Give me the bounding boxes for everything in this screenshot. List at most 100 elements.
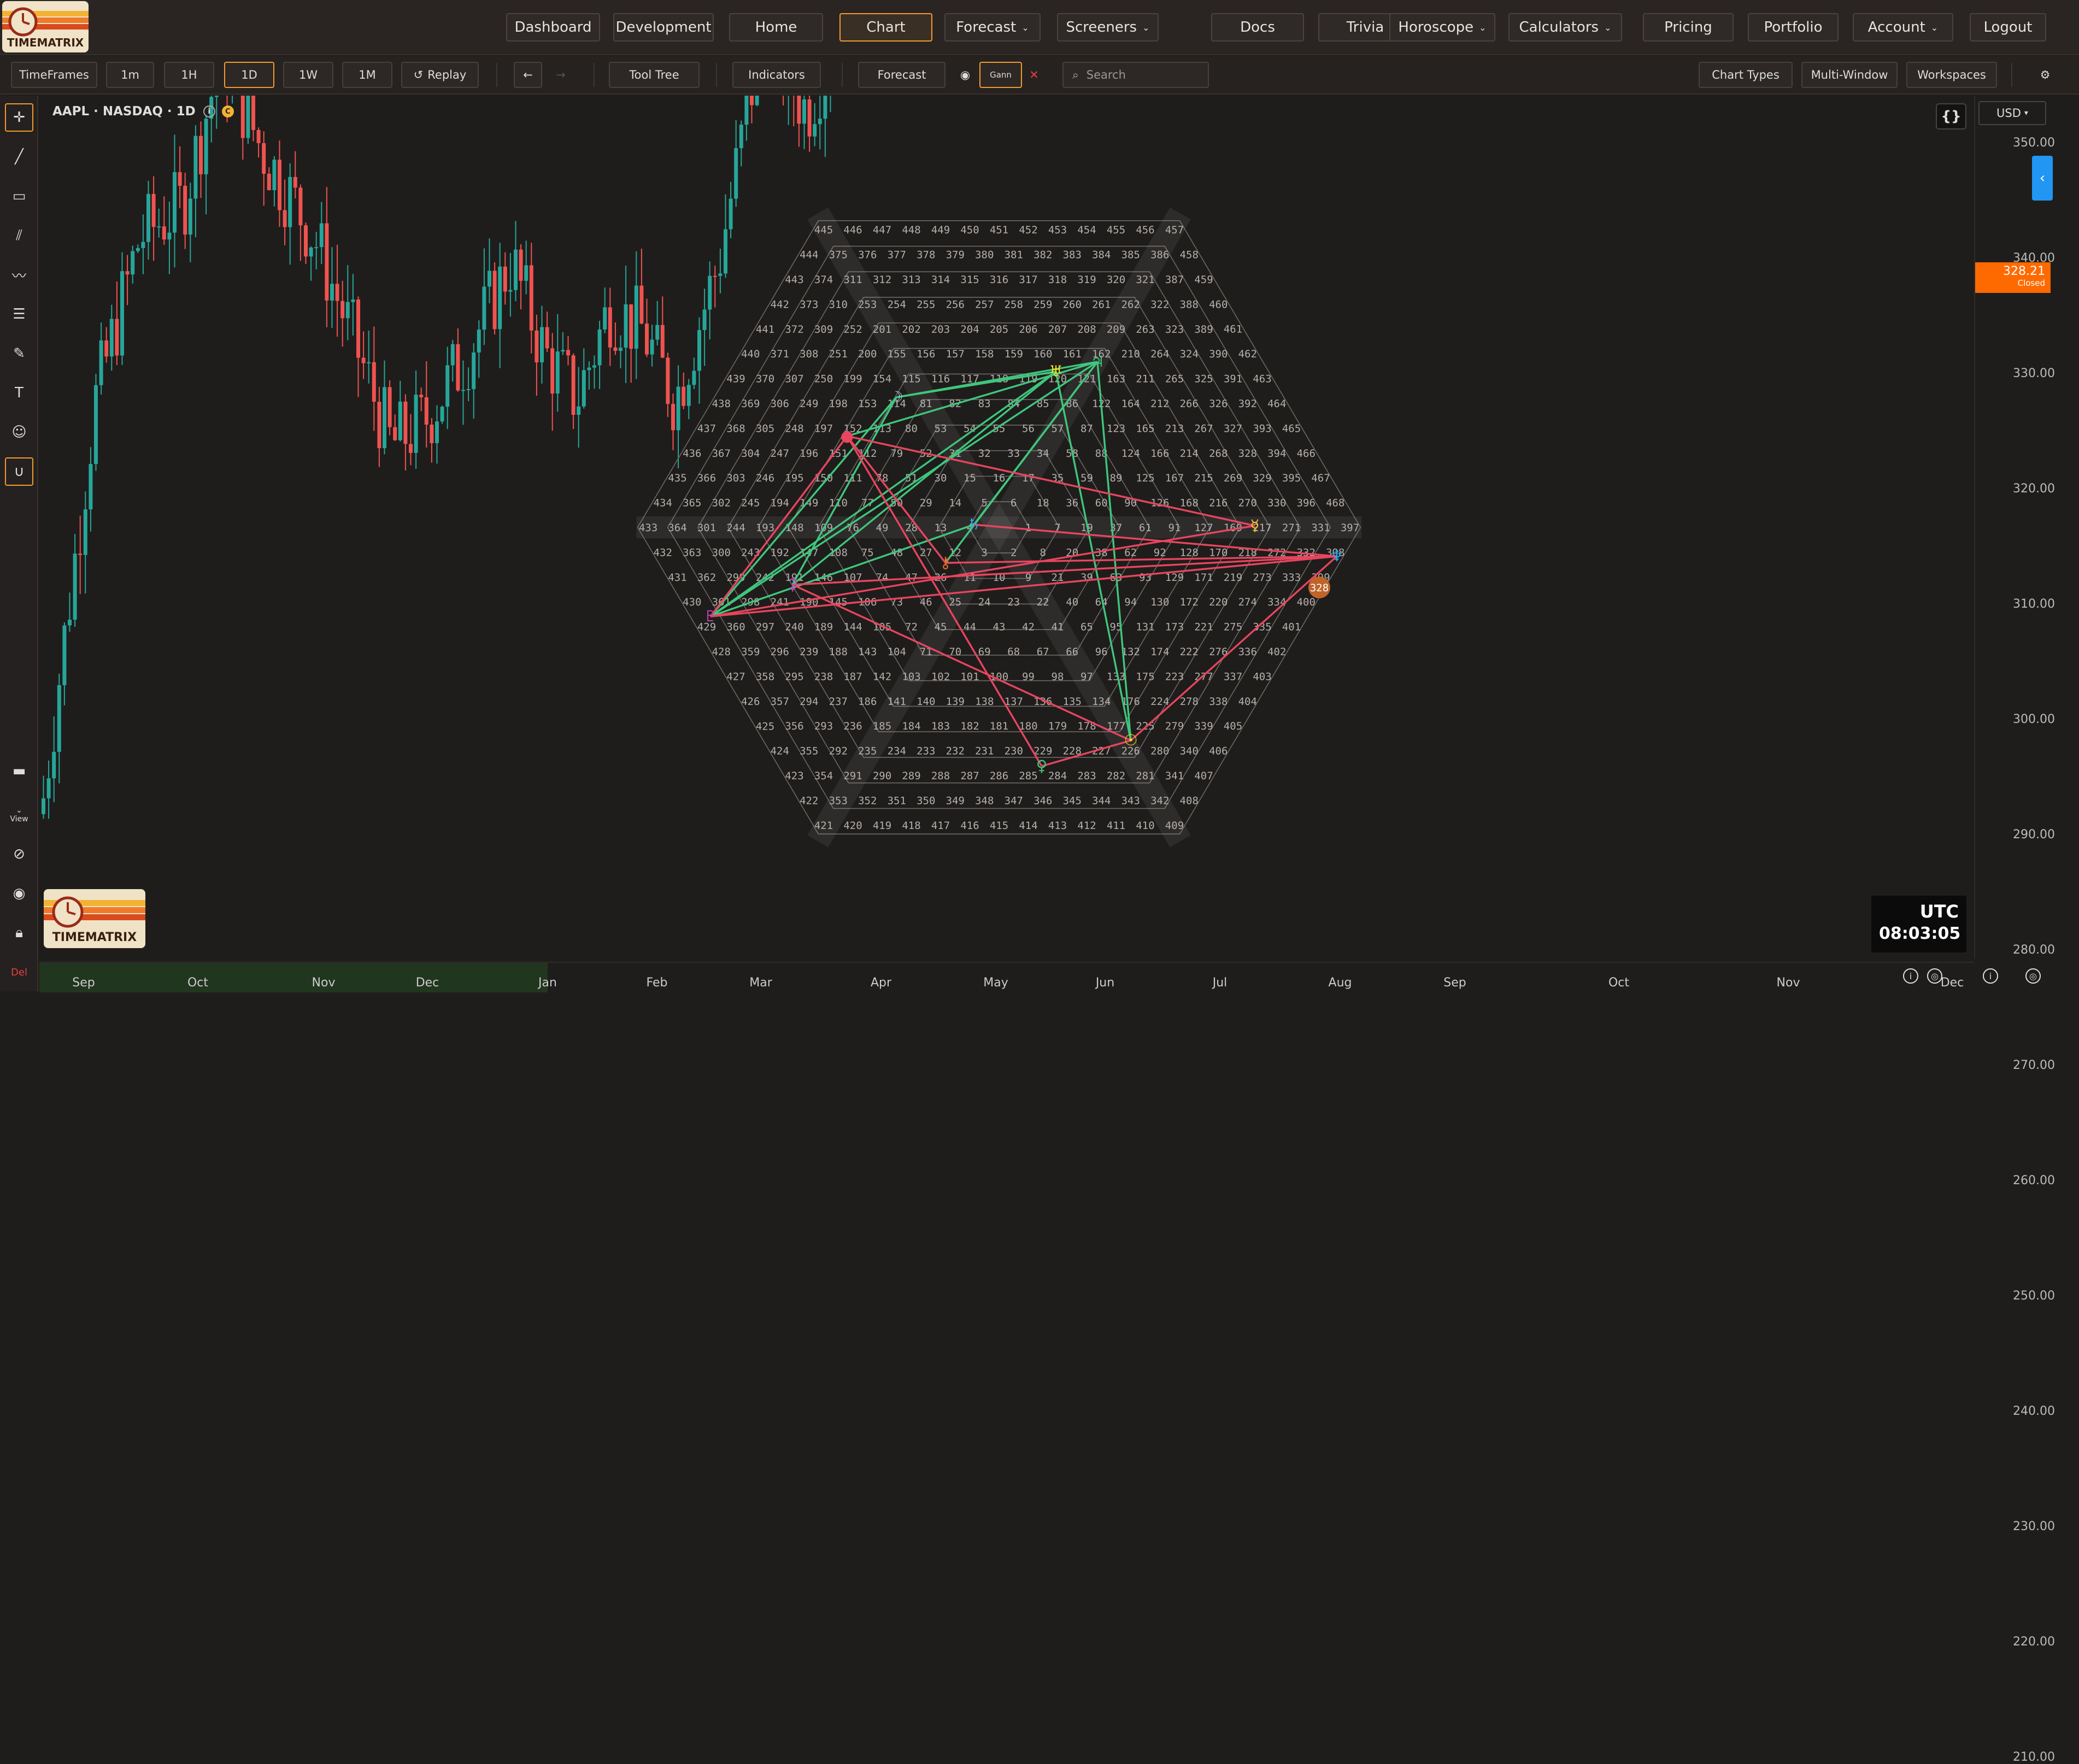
info-icon[interactable]: i	[203, 105, 215, 117]
nav-screeners-button[interactable]: Screeners ⌄	[1057, 13, 1159, 42]
gann-number: 194	[771, 497, 789, 509]
magnet-tool[interactable]: ∪	[5, 457, 33, 486]
chevron-down-icon: ⌄	[1930, 22, 1939, 33]
nav-logout-button[interactable]: Logout	[1970, 13, 2046, 42]
chart-canvas[interactable]: 1234567891011121314151617181920212223242…	[39, 96, 1974, 959]
script-editor-button[interactable]: {}	[1936, 103, 1966, 130]
clock-time: 08:03:05	[1879, 924, 1961, 943]
pattern-tool[interactable]: 〰	[5, 261, 33, 289]
nav-calculators-button[interactable]: Calculators ⌄	[1508, 13, 1622, 42]
search-input[interactable]: ⌕ Search	[1062, 62, 1209, 88]
gann-number: 293	[814, 720, 833, 732]
lock-tool[interactable]: 🔒︎	[5, 919, 33, 947]
nav-chart-button[interactable]: Chart	[839, 13, 932, 42]
timeframe-1m-button[interactable]: 1m	[106, 62, 154, 88]
nav-portfolio-button[interactable]: Portfolio	[1748, 13, 1839, 42]
timeframe-1d-button[interactable]: 1D	[224, 62, 274, 88]
timeframe-1mo-button[interactable]: 1M	[342, 62, 392, 88]
remove-gann-button[interactable]: ✕	[1023, 62, 1045, 88]
fibonacci-tool[interactable]: ☰	[5, 300, 33, 328]
gann-number: 316	[990, 274, 1008, 286]
info-icon[interactable]: i	[1983, 968, 1998, 984]
gann-tool-chip[interactable]: Gann	[979, 62, 1022, 88]
workspaces-button[interactable]: Workspaces	[1906, 62, 1997, 88]
nav-forecast-button[interactable]: Forecast ⌄	[944, 13, 1041, 42]
target-icon[interactable]: ◎	[2025, 968, 2041, 984]
timeframe-1h-button[interactable]: 1H	[164, 62, 214, 88]
replay-label: Replay	[427, 68, 467, 81]
nav-docs-button[interactable]: Docs	[1211, 13, 1304, 42]
gann-number: 289	[902, 770, 920, 782]
chart-types-button[interactable]: Chart Types	[1699, 62, 1793, 88]
gann-number: 234	[888, 745, 906, 757]
hide-drawings-tool[interactable]: ⊘	[5, 840, 33, 868]
gann-number: 287	[960, 770, 979, 782]
currency-selector[interactable]: USD ▾	[1978, 101, 2046, 125]
gann-number: 236	[843, 720, 862, 732]
text-tool[interactable]: T	[5, 379, 33, 407]
price-tick-label: 210.00	[2013, 1750, 2055, 1764]
delete-button[interactable]: Del	[5, 958, 33, 986]
gann-number: 65	[1080, 621, 1093, 633]
emoji-tool[interactable]: ☺	[5, 418, 33, 446]
view-menu[interactable]: ⌄ View	[5, 801, 33, 829]
cursor-tool[interactable]: ✛	[5, 103, 33, 132]
target-icon[interactable]: ◎	[1927, 968, 1942, 984]
month-tick-label: Jun	[1095, 976, 1115, 990]
gann-number: 324	[1180, 348, 1199, 360]
gann-hexagon-overlay[interactable]: 1234567891011121314151617181920212223242…	[39, 96, 1974, 959]
multi-window-button[interactable]: Multi-Window	[1801, 62, 1898, 88]
nav-horoscope-button[interactable]: Horoscope ⌄	[1389, 13, 1495, 42]
trend-line-tool[interactable]: ╱	[5, 143, 33, 171]
gann-number: 270	[1238, 497, 1257, 509]
month-tick-label: Dec	[1940, 976, 1964, 990]
timeframe-1w-button[interactable]: 1W	[283, 62, 333, 88]
gann-number: 232	[946, 745, 965, 757]
gann-number: 343	[1121, 795, 1140, 807]
gann-number: 148	[785, 522, 803, 534]
gann-number: 159	[1005, 348, 1023, 360]
gann-number: 29	[920, 497, 932, 509]
gann-number: 101	[960, 671, 979, 683]
gann-number: 92	[1154, 546, 1166, 558]
info-icon[interactable]: i	[1903, 968, 1918, 984]
planet-cen-icon: ⚷	[940, 554, 952, 572]
gann-number: 437	[697, 422, 716, 434]
gann-number: 6	[1011, 497, 1017, 509]
brush-tool[interactable]: ✎	[5, 339, 33, 368]
price-axis[interactable]: USD ▾ ‹ 350.00 340.00 330.00 320.00 310.00 300…	[1974, 96, 2079, 1764]
gann-number: 265	[1165, 373, 1184, 385]
ruler-tool[interactable]: ▬	[5, 757, 33, 785]
nav-dashboard-button[interactable]: Dashboard	[506, 13, 600, 42]
forecast-button[interactable]: Forecast	[858, 62, 945, 88]
gann-number: 267	[1194, 422, 1213, 434]
gann-number: 327	[1224, 422, 1242, 434]
settings-button[interactable]: ⚙	[2029, 62, 2062, 88]
show-drawings-tool[interactable]: ◉	[5, 879, 33, 908]
parallel-channel-tool[interactable]: ⫽	[5, 221, 33, 250]
gann-number: 181	[990, 720, 1008, 732]
indicators-button[interactable]: Indicators	[732, 62, 821, 88]
nav-pricing-button[interactable]: Pricing	[1643, 13, 1734, 42]
nav-home-button[interactable]: Home	[729, 13, 823, 42]
time-range-highlight	[39, 963, 548, 992]
redo-button[interactable]: →	[547, 62, 575, 88]
gann-number: 375	[829, 249, 848, 261]
timeframes-button[interactable]: TimeFrames	[11, 62, 97, 88]
chevron-left-icon: ‹	[2039, 170, 2046, 186]
collapse-panel-button[interactable]: ‹	[2032, 156, 2053, 201]
nav-development-button[interactable]: Development	[613, 13, 714, 42]
ruler-icon: ▬	[12, 763, 26, 779]
nav-label: Logout	[1983, 19, 2033, 36]
gann-number: 251	[829, 348, 848, 360]
timematrix-logo[interactable]: TIMEMATRIX	[2, 1, 89, 52]
undo-button[interactable]: ←	[514, 62, 542, 88]
gann-number: 415	[990, 820, 1008, 832]
nav-account-button[interactable]: Account ⌄	[1853, 13, 1953, 42]
rectangle-tool[interactable]: ▭	[5, 182, 33, 210]
tool-tree-button[interactable]: Tool Tree	[609, 62, 700, 88]
replay-button[interactable]: ↺ Replay	[401, 62, 479, 88]
visibility-toggle[interactable]: ◉	[953, 62, 977, 88]
gann-number: 43	[993, 621, 1006, 633]
gann-number: 338	[1209, 696, 1228, 708]
